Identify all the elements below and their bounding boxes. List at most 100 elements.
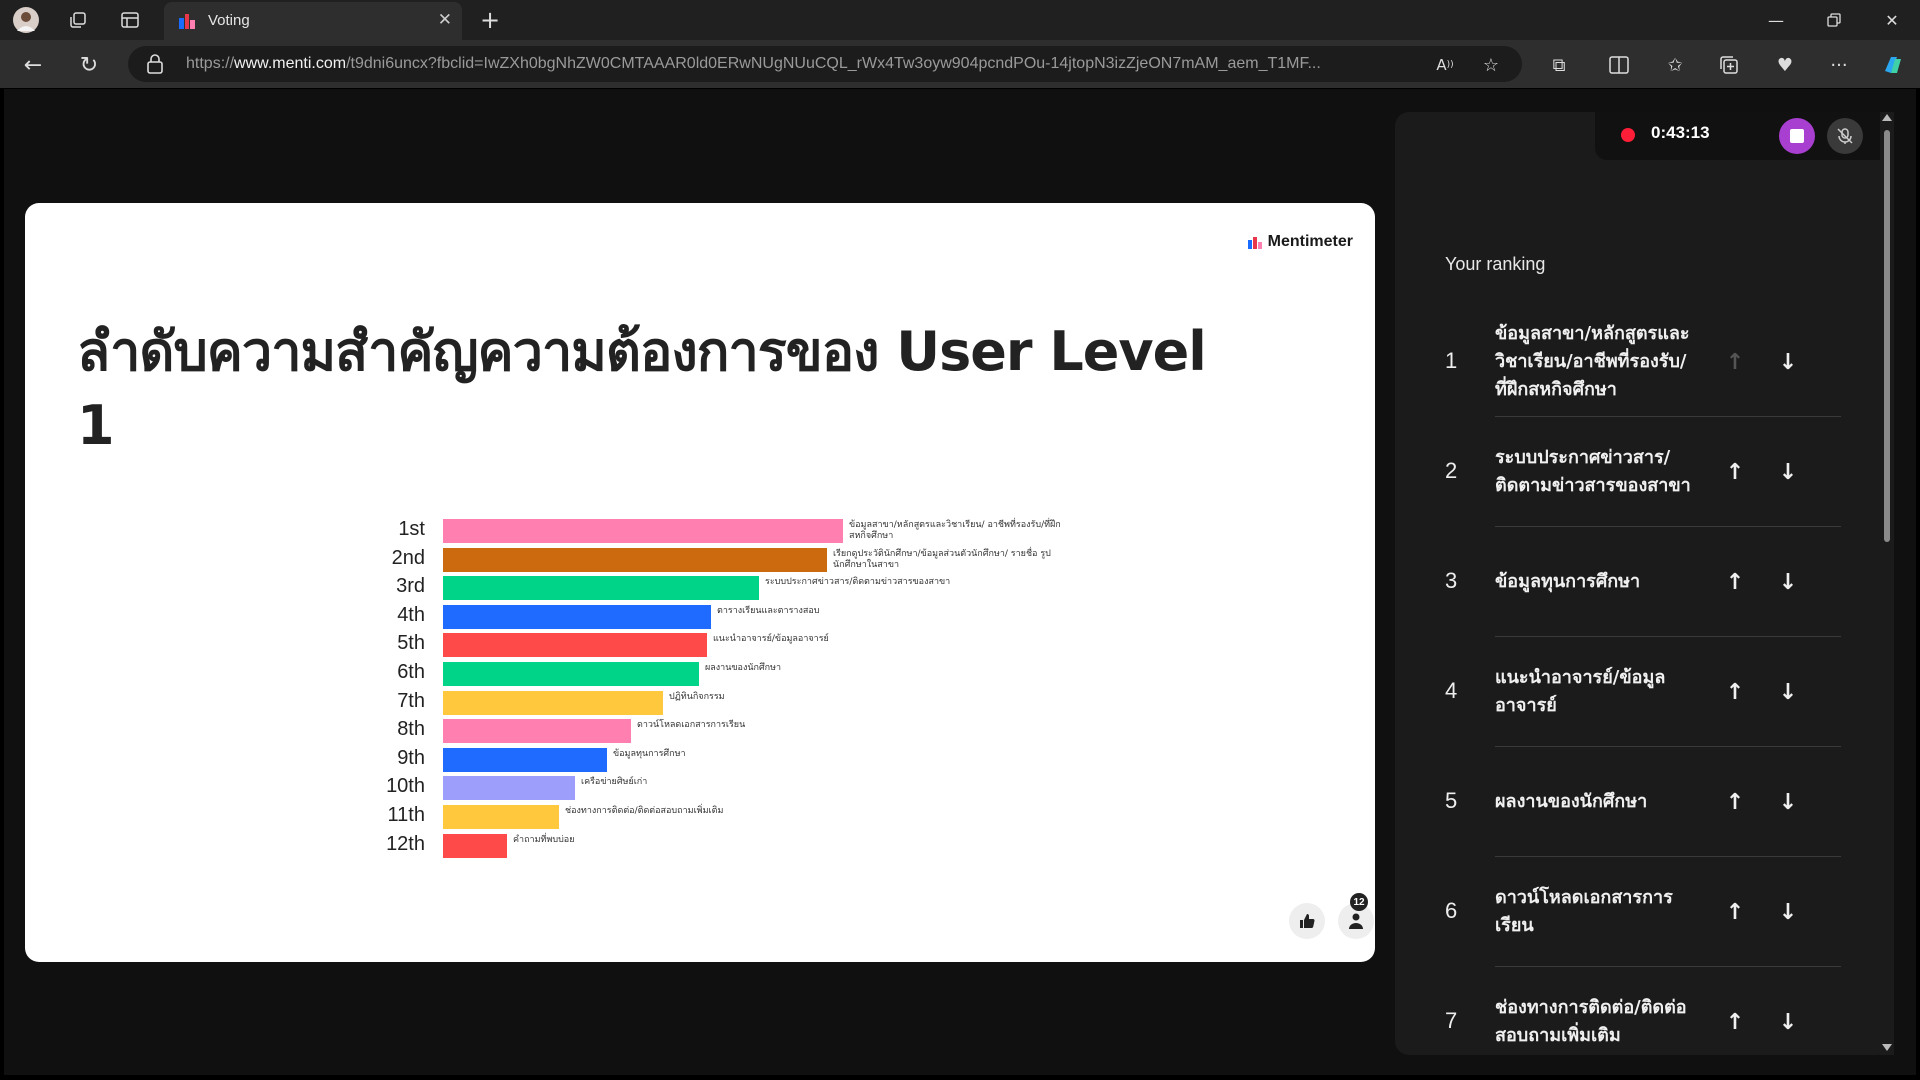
chart-bar: [443, 805, 559, 829]
move-up-arrow-icon[interactable]: ↑: [1720, 1007, 1750, 1037]
favorites-list-icon[interactable]: ✩: [1660, 50, 1690, 80]
scroll-up-arrow-icon[interactable]: [1882, 114, 1892, 121]
bar-option-label: ข้อมูลทุนการศึกษา: [613, 748, 686, 759]
rank-number: 7: [1445, 1008, 1458, 1033]
rank-option-text: ข้อมูลสาขา/หลักสูตรและวิชาเรียน/อาชีพที่…: [1495, 320, 1727, 404]
browser-essentials-heart-icon[interactable]: ♥: [1770, 50, 1800, 80]
back-arrow-icon[interactable]: ←: [18, 50, 48, 80]
rank-option-line: ช่องทางการติดต่อ/ติดต่อ: [1495, 997, 1687, 1018]
extensions-icon[interactable]: ⧉: [1544, 50, 1574, 80]
move-up-arrow-icon[interactable]: ↑: [1720, 677, 1750, 707]
rank-option-text: แนะนำอาจารย์/ข้อมูลอาจารย์: [1495, 664, 1727, 720]
move-down-arrow-icon[interactable]: ↓: [1773, 787, 1803, 817]
more-menu-icon[interactable]: ···: [1824, 50, 1854, 80]
move-down-arrow-icon[interactable]: ↓: [1773, 347, 1803, 377]
move-up-arrow-icon[interactable]: ↑: [1720, 787, 1750, 817]
bar-option-label: เครือข่ายศิษย์เก่า: [581, 777, 648, 788]
rank-option-line: ข้อมูลสาขา/หลักสูตรและ: [1495, 323, 1690, 344]
favorite-star-icon[interactable]: ☆: [1476, 50, 1506, 80]
move-down-arrow-icon[interactable]: ↓: [1773, 567, 1803, 597]
ranking-item[interactable]: 3 ข้อมูลทุนการศึกษา ↑ ↓: [1445, 527, 1841, 637]
profile-avatar[interactable]: [12, 6, 40, 34]
ranking-item[interactable]: 4 แนะนำอาจารย์/ข้อมูล อาจารย์ ↑ ↓: [1445, 637, 1841, 747]
mic-muted-button[interactable]: [1827, 118, 1863, 154]
scrollbar-thumb[interactable]: [1884, 130, 1890, 542]
ranking-chart: 1st ข้อมูลสาขา/หลักสูตรและวิชาเรียน/ อาชี…: [365, 503, 1085, 863]
participant-count-badge: 12: [1350, 893, 1368, 911]
rank-label: 7th: [397, 689, 425, 712]
rank-option-text: ช่องทางการติดต่อ/ติดต่อสอบถามเพิ่มเติม: [1495, 994, 1727, 1050]
split-screen-icon[interactable]: [1604, 50, 1634, 80]
rank-label: 9th: [397, 746, 425, 769]
ranking-item[interactable]: 5 ผลงานของนักศึกษา ↑ ↓: [1445, 747, 1841, 857]
bar-option-label: คำถามที่พบบ่อย: [513, 834, 575, 845]
rank-label: 12th: [386, 832, 425, 855]
rank-option-line: ติดตามข่าวสารของสาขา: [1495, 475, 1691, 496]
read-aloud-icon[interactable]: A)): [1430, 50, 1460, 80]
move-up-arrow-icon[interactable]: ↑: [1720, 347, 1750, 377]
ranking-item[interactable]: 6 ดาวน์โหลดเอกสารการ เรียน ↑ ↓: [1445, 857, 1841, 967]
move-up-arrow-icon[interactable]: ↑: [1720, 897, 1750, 927]
rank-label: 4th: [397, 603, 425, 626]
address-bar[interactable]: https://www.menti.com/t9dni6uncx?fbclid=…: [128, 46, 1522, 82]
rank-option-line: ข้อมูลทุนการศึกษา: [1495, 571, 1641, 592]
move-down-arrow-icon[interactable]: ↓: [1773, 457, 1803, 487]
ranking-item[interactable]: 7 ช่องทางการติดต่อ/ติดต่อ สอบถามเพิ่มเติม ↑…: [1445, 967, 1841, 1055]
ranking-panel: 0:43:13 Your ranking 1 ข้อมูลสาขา/หลักสูต…: [1395, 112, 1891, 1055]
rank-option-line: สอบถามเพิ่มเติม: [1495, 1025, 1621, 1046]
close-window-button[interactable]: ✕: [1864, 0, 1920, 40]
move-up-arrow-icon[interactable]: ↑: [1720, 567, 1750, 597]
address-toolbar: ← ↻ https://www.menti.com/t9dni6uncx?fbc…: [0, 40, 1920, 88]
active-tab[interactable]: Voting ✕: [164, 2, 462, 40]
collections-icon[interactable]: [1714, 50, 1744, 80]
ranking-item[interactable]: 1 ข้อมูลสาขา/หลักสูตรและวิชาเรียน/อาชีพที…: [1445, 307, 1841, 417]
url-text[interactable]: https://www.menti.com/t9dni6uncx?fbclid=…: [186, 55, 1546, 73]
bar-option-label: ดาวน์โหลดเอกสารการเรียน: [637, 720, 746, 731]
move-down-arrow-icon[interactable]: ↓: [1773, 677, 1803, 707]
chart-bar: [443, 519, 843, 543]
rank-label: 1st: [398, 518, 425, 540]
recording-timer: 0:43:13: [1651, 123, 1710, 142]
vertical-tabs-icon[interactable]: [116, 6, 144, 34]
bar-option-label: เรียกดูประวัตินักศึกษา/ข้อมูลส่วนตัวนักศ…: [833, 548, 1051, 570]
new-tab-icon[interactable]: +: [476, 6, 504, 34]
bar-option-label: ระบบประกาศข่าวสาร/ติดตามข่าวสารของสาขา: [765, 577, 951, 588]
minimize-button[interactable]: —: [1748, 0, 1804, 40]
stop-icon: [1790, 129, 1804, 143]
move-up-arrow-icon[interactable]: ↑: [1720, 457, 1750, 487]
rank-option-text: ผลงานของนักศึกษา: [1495, 788, 1727, 816]
stop-recording-button[interactable]: [1779, 118, 1815, 154]
chart-bar: [443, 604, 711, 629]
rank-label: 6th: [397, 661, 425, 683]
close-tab-icon[interactable]: ✕: [438, 10, 452, 30]
presentation-slide: Mentimeter ลำดับความสำคัญความต้องการของ …: [25, 203, 1375, 962]
rank-option-text: ดาวน์โหลดเอกสารการ เรียน: [1495, 884, 1727, 940]
rank-option-line: ดาวน์โหลดเอกสารการ: [1495, 887, 1673, 908]
site-info-lock-icon[interactable]: [146, 54, 164, 74]
workspaces-icon[interactable]: [64, 6, 92, 34]
restore-button[interactable]: [1806, 0, 1862, 40]
chart-bar: [443, 690, 663, 715]
like-button[interactable]: [1289, 903, 1325, 939]
rank-option-line: วิชาเรียน/อาชีพที่รองรับ/: [1495, 351, 1687, 372]
ranking-heading: Your ranking: [1445, 254, 1546, 274]
scrollbar[interactable]: [1880, 112, 1894, 1055]
chart-bar: [443, 747, 607, 772]
rank-option-line: แนะนำอาจารย์/ข้อมูล: [1495, 667, 1666, 688]
move-down-arrow-icon[interactable]: ↓: [1773, 1007, 1803, 1037]
chart-bar: [443, 719, 631, 744]
logo-text: Mentimeter: [1267, 233, 1353, 250]
ranking-item[interactable]: 2 ระบบประกาศข่าวสาร/ติดตามข่าวสารของสาขา ↑…: [1445, 417, 1841, 527]
mentimeter-logo: Mentimeter: [1247, 233, 1353, 251]
scroll-down-arrow-icon[interactable]: [1882, 1044, 1892, 1051]
rank-option-line: อาจารย์: [1495, 695, 1557, 716]
refresh-icon[interactable]: ↻: [74, 50, 104, 80]
chart-bar: [443, 662, 699, 686]
rank-number: 1: [1445, 348, 1458, 373]
rank-number: 3: [1445, 568, 1458, 593]
move-down-arrow-icon[interactable]: ↓: [1773, 897, 1803, 927]
rank-label: 11th: [387, 804, 425, 826]
copilot-icon[interactable]: [1878, 50, 1908, 80]
rank-option-text: ระบบประกาศข่าวสาร/ติดตามข่าวสารของสาขา: [1495, 444, 1727, 500]
bar-option-label: ตารางเรียนและตารางสอบ: [717, 605, 820, 616]
